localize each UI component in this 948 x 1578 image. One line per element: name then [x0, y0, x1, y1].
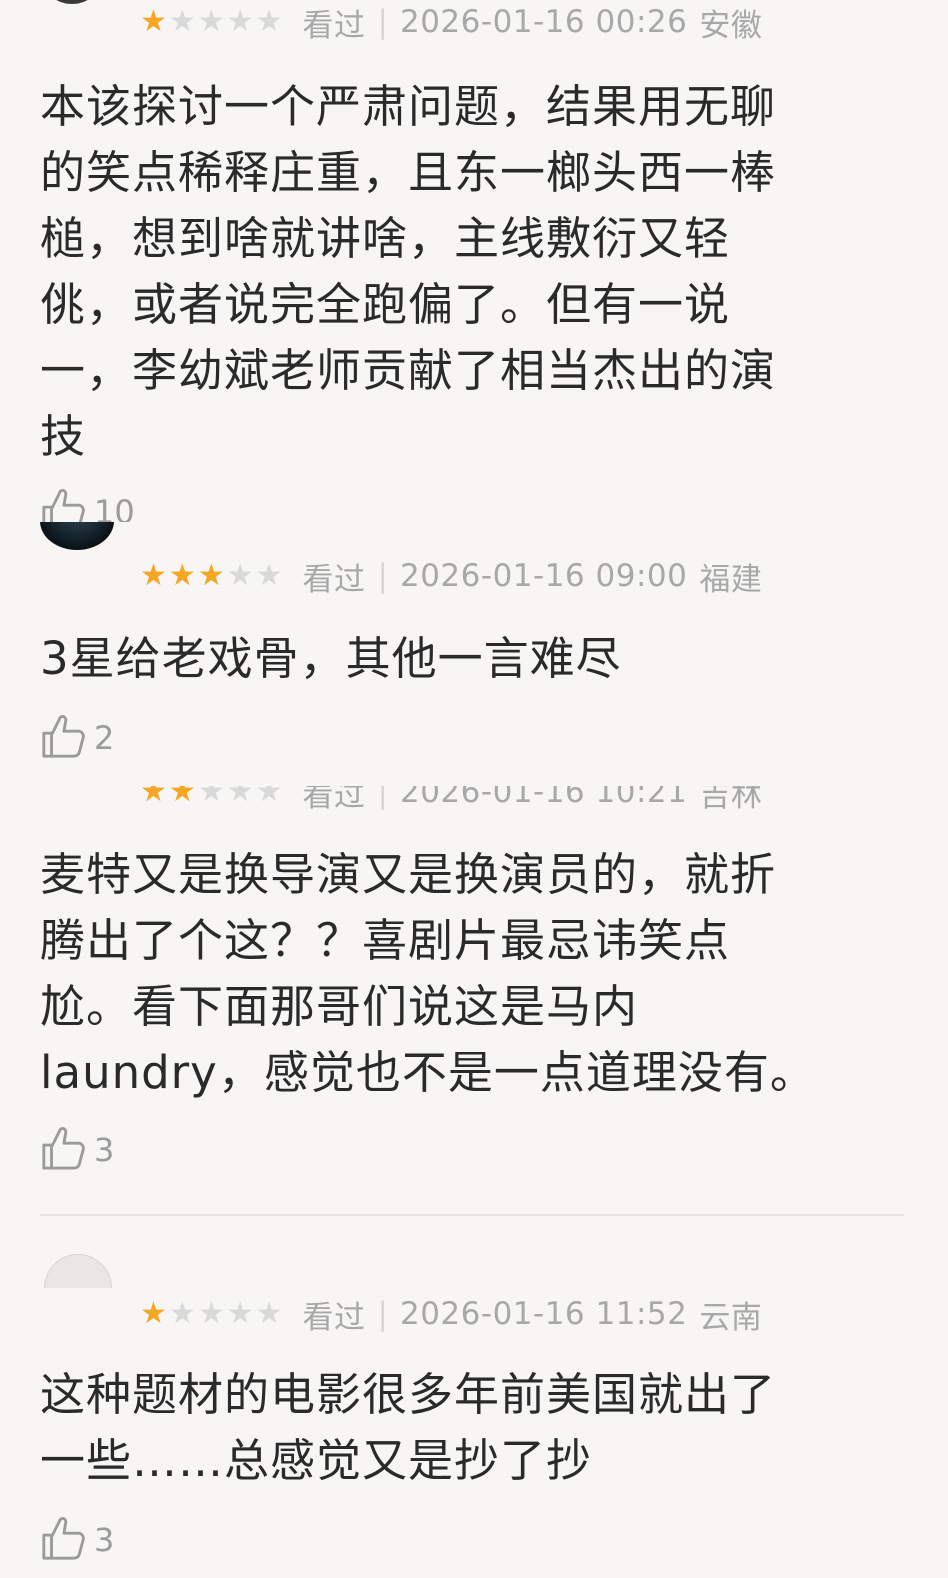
divider	[40, 1214, 904, 1216]
review-meta: ★ ★ ★ ★ ★ 看过 | 2026-01-16 00:26 安徽	[140, 2, 763, 44]
like-button[interactable]: 2	[40, 712, 114, 764]
review-time: 2026-01-16 09:00	[399, 558, 688, 594]
meta-separator: |	[377, 786, 388, 810]
review-region: 云南	[699, 1299, 763, 1336]
like-count: 3	[94, 1131, 115, 1169]
meta-separator: |	[377, 558, 388, 594]
avatar[interactable]	[44, 1254, 112, 1288]
review-item: 麦特又是换导演又是换演员的，就折 腾出了个这？？喜剧片最忌讳笑点 尬。看下面那哥…	[0, 812, 948, 1192]
star-icon: ★	[140, 786, 167, 809]
star-icon: ★	[168, 1296, 196, 1331]
clipped-header-review-4	[0, 1250, 948, 1288]
review-item: ★ ★ ★ ★ ★ 看过 | 2026-01-16 00:26 安徽 本该探讨一个严肃问…	[0, 0, 948, 532]
review-item: ★ ★ ★ ★ ★ 看过 | 2026-01-16 09:00 福建 3星给老戏骨，其他…	[0, 552, 948, 762]
review-meta: ★ ★ ★ ★ ★ 看过 | 2026-01-16 09:00 福建	[140, 556, 763, 598]
star-icon: ★	[226, 1296, 254, 1331]
thumbs-up-icon	[40, 1514, 86, 1566]
star-icon: ★	[140, 1296, 167, 1331]
rating-stars: ★ ★ ★ ★ ★	[140, 7, 283, 37]
review-time: 2026-01-16 00:26	[399, 4, 688, 40]
star-icon: ★	[226, 786, 254, 809]
star-icon: ★	[255, 1296, 283, 1331]
rating-stars: ★ ★ ★ ★ ★	[140, 786, 283, 807]
thumbs-up-icon	[40, 712, 86, 764]
star-icon: ★	[255, 558, 283, 593]
star-icon: ★	[197, 786, 225, 809]
star-icon: ★	[255, 4, 283, 39]
like-count: 3	[94, 1521, 115, 1559]
rating-stars: ★ ★ ★ ★ ★	[140, 1299, 283, 1329]
like-button[interactable]: 3	[40, 1514, 114, 1566]
watched-label: 看过	[302, 786, 366, 812]
star-icon: ★	[168, 558, 196, 593]
avatar[interactable]	[40, 522, 114, 550]
like-button[interactable]: 3	[40, 1124, 114, 1176]
star-icon: ★	[140, 4, 167, 39]
username-clipped[interactable]	[140, 522, 154, 550]
star-icon: ★	[226, 4, 254, 39]
thumbs-up-icon	[40, 1124, 86, 1176]
star-icon: ★	[255, 786, 283, 809]
star-icon: ★	[197, 4, 225, 39]
star-icon: ★	[168, 4, 196, 39]
meta-separator: |	[377, 4, 388, 40]
star-icon: ★	[140, 558, 167, 593]
like-count: 2	[94, 719, 115, 757]
meta-separator: |	[377, 1296, 388, 1332]
review-region: 吉林	[699, 786, 763, 812]
star-icon: ★	[226, 558, 254, 593]
star-icon: ★	[197, 1296, 225, 1331]
review-time: 2026-01-16 11:52	[399, 1296, 688, 1332]
rating-stars: ★ ★ ★ ★ ★	[140, 561, 283, 591]
watched-label: 看过	[302, 1299, 366, 1336]
review-content: 这种题材的电影很多年前美国就出了 一些……总感觉又是抄了抄	[40, 1368, 777, 1487]
review-content: 3星给老戏骨，其他一言难尽	[40, 632, 622, 685]
review-region: 福建	[699, 561, 763, 598]
review-time: 2026-01-16 10:21	[399, 786, 688, 810]
review-meta: ★ ★ ★ ★ ★ 看过 | 2026-01-16 11:52 云南	[140, 1294, 763, 1336]
clipped-header-review-2	[0, 522, 948, 552]
review-content: 本该探讨一个严肃问题，结果用无聊 的笑点稀释庄重，且东一榔头西一棒 槌，想到啥就…	[40, 80, 777, 463]
star-icon: ★	[168, 786, 196, 809]
review-content: 麦特又是换导演又是换演员的，就折 腾出了个这？？喜剧片最忌讳笑点 尬。看下面那哥…	[40, 848, 816, 1099]
watched-label: 看过	[302, 561, 366, 598]
star-icon: ★	[197, 558, 225, 593]
review-region: 安徽	[699, 7, 763, 44]
clipped-header-review-3: ★ ★ ★ ★ ★ 看过 | 2026-01-16 10:21 吉林	[0, 786, 948, 812]
review-meta: ★ ★ ★ ★ ★ 看过 | 2026-01-16 10:21 吉林	[140, 786, 762, 812]
watched-label: 看过	[302, 7, 366, 44]
review-item: ★ ★ ★ ★ ★ 看过 | 2026-01-16 11:52 云南 这种题材的电影很多…	[0, 1288, 948, 1578]
